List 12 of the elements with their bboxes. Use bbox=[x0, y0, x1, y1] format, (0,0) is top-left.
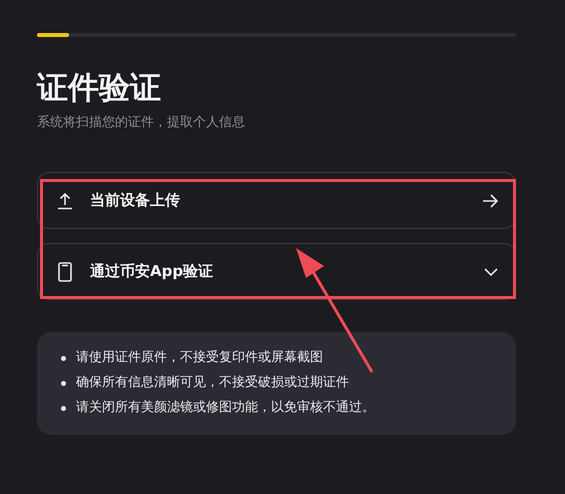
note-text: 请关闭所有美颜滤镜或修图功能，以免审核不通过。 bbox=[76, 399, 375, 417]
page-title: 证件验证 bbox=[37, 69, 162, 108]
verification-option[interactable]: 通过币安App验证 bbox=[37, 243, 516, 300]
note-text: 请使用证件原件，不接受复印件或屏幕截图 bbox=[76, 349, 323, 367]
bullet-icon bbox=[61, 356, 66, 360]
upload-icon bbox=[57, 192, 73, 210]
bullet-icon bbox=[61, 380, 66, 386]
phone-icon bbox=[58, 262, 72, 282]
page-subtitle: 系统将扫描您的证件，提取个人信息 bbox=[37, 114, 246, 132]
note-text: 确保所有信息清晰可见，不接受破损或过期证件 bbox=[76, 374, 349, 392]
bullet-icon bbox=[61, 406, 66, 410]
verification-option[interactable]: 当前设备上传 bbox=[37, 172, 516, 229]
